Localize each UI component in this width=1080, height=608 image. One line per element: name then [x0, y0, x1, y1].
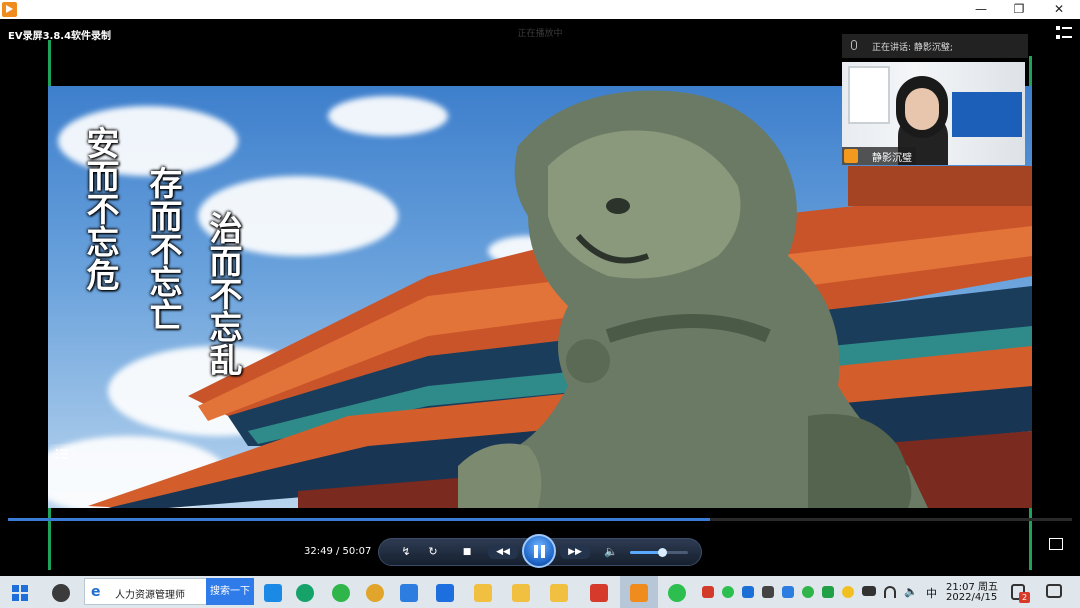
- clip-icon[interactable]: ↯: [398, 545, 414, 559]
- calligraphy-line-3: 治而不忘乱: [204, 211, 243, 376]
- windows-start-icon[interactable]: [12, 585, 28, 601]
- calligraphy-line-1: 安而不忘危: [81, 126, 120, 291]
- search-button[interactable]: 搜索一下: [206, 578, 254, 605]
- forward-icon[interactable]: ▶▶: [560, 545, 590, 559]
- speaker-status-bar: 正在讲话: 静影沉璧;: [842, 34, 1028, 58]
- tray-app-icon[interactable]: [762, 586, 774, 598]
- tray-green-icon[interactable]: [802, 586, 814, 598]
- tray-shield-icon[interactable]: [822, 586, 834, 598]
- player-window: — ❐ ✕ EV录屏3.8.4软件录制 正在播放中 安而不忘危 存而不忘亡 治而…: [0, 0, 1080, 608]
- title-bar: — ❐ ✕: [0, 0, 1080, 19]
- calligraphy-line-2: 存而不忘亡: [144, 166, 183, 331]
- pause-icon: [534, 545, 538, 558]
- wps-app-icon[interactable]: [590, 584, 608, 602]
- rewind-icon[interactable]: ◀◀: [488, 545, 518, 559]
- lanzou-app-icon[interactable]: [436, 584, 454, 602]
- volume-icon[interactable]: 🔈: [603, 545, 619, 559]
- app-icon: [2, 2, 17, 17]
- volume-slider[interactable]: [630, 548, 688, 557]
- microphone-icon: [851, 40, 857, 50]
- seek-bar-fill: [8, 518, 711, 521]
- presenter-camera[interactable]: 静影沉璧: [842, 62, 1025, 165]
- list-icon: [55, 448, 68, 460]
- playlist-toggle-button[interactable]: [49, 444, 75, 464]
- restore-button[interactable]: ❐: [1000, 0, 1038, 19]
- speaker-status-text: 正在讲话: 静影沉璧;: [872, 43, 953, 53]
- tray-wps-icon[interactable]: [702, 586, 714, 598]
- wifi-icon[interactable]: [884, 586, 896, 598]
- ev-recorder-icon: [630, 584, 648, 602]
- search-input-text: 人力资源管理师: [115, 590, 185, 601]
- wechat-icon[interactable]: [668, 584, 686, 602]
- stop-icon[interactable]: ■: [459, 545, 475, 559]
- action-center-icon[interactable]: [1046, 584, 1062, 598]
- notification-badge: 2: [1019, 592, 1030, 603]
- pause-button[interactable]: [522, 534, 556, 568]
- green-refresh-app-icon[interactable]: [332, 584, 350, 602]
- desktop-app-icon[interactable]: [264, 584, 282, 602]
- volume-slider-knob[interactable]: [657, 548, 667, 557]
- time-display: 32:49 / 50:07: [304, 546, 372, 557]
- tray-cloud-icon[interactable]: [742, 586, 754, 598]
- app-title: EV录屏3.8.4软件录制: [8, 31, 112, 42]
- seek-bar[interactable]: [8, 518, 1072, 521]
- tray-security-icon[interactable]: [842, 586, 854, 598]
- tray-wechat-icon[interactable]: [722, 586, 734, 598]
- ev-recorder-taskbar-item[interactable]: [620, 576, 658, 608]
- presenter-name-label: 静影沉璧: [842, 147, 916, 165]
- status-text: 正在播放中: [517, 29, 563, 39]
- layout-switch-icon[interactable]: [1056, 26, 1072, 40]
- folder-icon[interactable]: [550, 584, 568, 602]
- baidu-netdisk-icon[interactable]: [400, 584, 418, 602]
- paint-app-icon[interactable]: [366, 584, 384, 602]
- pinwheel-app-icon[interactable]: [52, 584, 70, 602]
- ie-icon: e: [91, 584, 101, 600]
- folder-icon[interactable]: [474, 584, 492, 602]
- speaker-icon[interactable]: 🔈: [904, 585, 918, 598]
- folder-icon[interactable]: [512, 584, 530, 602]
- browser-360-icon[interactable]: [296, 584, 314, 602]
- left-edge-marker: [48, 40, 51, 86]
- clock[interactable]: 21:07 周五: [946, 578, 998, 593]
- close-button[interactable]: ✕: [1040, 0, 1078, 19]
- battery-icon[interactable]: [862, 586, 876, 596]
- tray-netdisk-icon[interactable]: [782, 586, 794, 598]
- user-icon: [844, 149, 858, 163]
- pip-icon[interactable]: [1049, 538, 1063, 550]
- right-edge-marker: [1029, 56, 1032, 86]
- clock-date: 2022/4/15: [946, 592, 998, 603]
- minimize-button[interactable]: —: [962, 0, 1000, 19]
- replay-icon[interactable]: ↻: [425, 545, 441, 559]
- ime-indicator[interactable]: 中: [926, 585, 937, 601]
